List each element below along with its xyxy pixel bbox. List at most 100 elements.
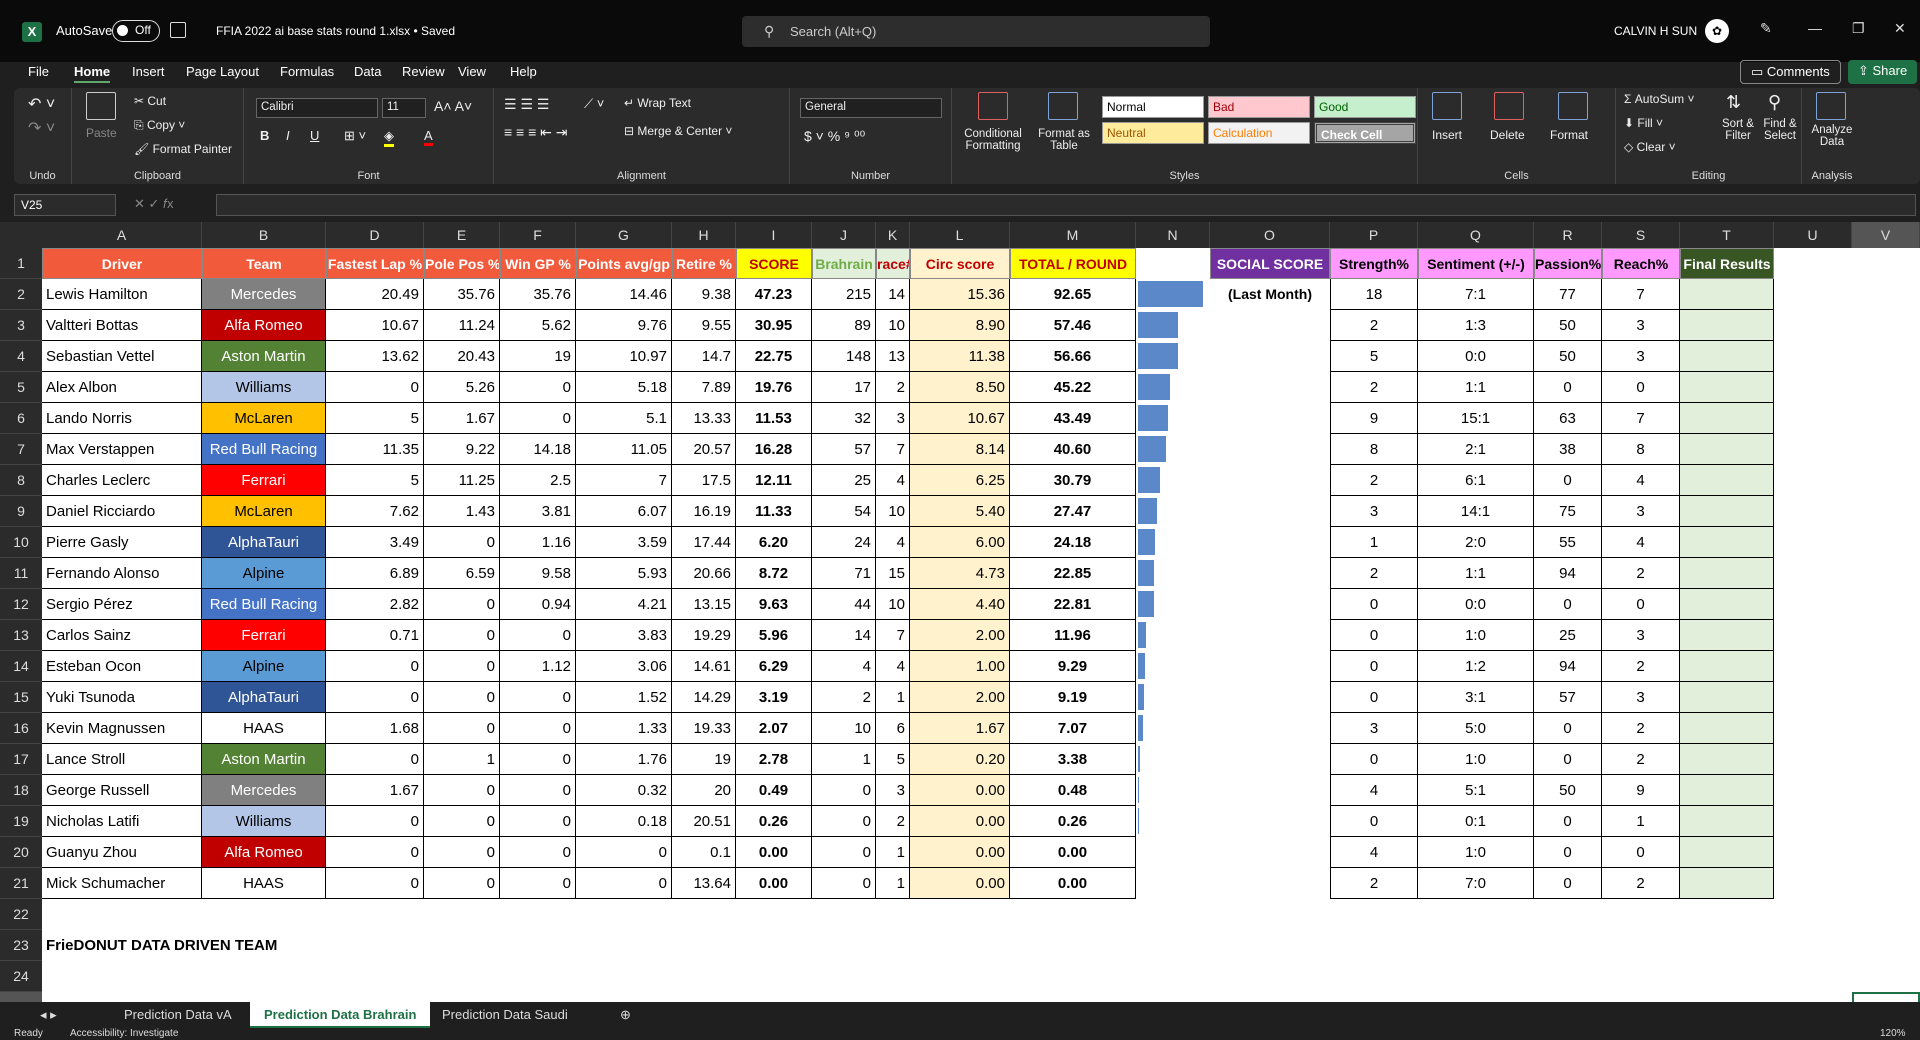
social-cell-st[interactable]: 3 (1330, 496, 1418, 527)
zoom-level[interactable]: 120% (1880, 1028, 1906, 1039)
total-cell[interactable]: 24.18 (1010, 527, 1136, 558)
fx-icon[interactable]: ✕ ✓ 𝑓x (134, 196, 174, 212)
final-result-cell[interactable] (1680, 682, 1774, 713)
horizontal-align-icons[interactable]: ≡ ≡ ≡ ⇤ ⇥ (504, 124, 568, 141)
social-cell-st[interactable]: 0 (1330, 806, 1418, 837)
total-cell[interactable]: 0.26 (1010, 806, 1136, 837)
social-cell-st[interactable]: 2 (1330, 465, 1418, 496)
stat-cell-rt[interactable]: 9.38 (672, 279, 736, 310)
stat-cell-rt[interactable]: 0.1 (672, 837, 736, 868)
style-calculation[interactable]: Calculation (1208, 122, 1310, 144)
circ-score-cell[interactable]: 1.00 (910, 651, 1010, 682)
row-header[interactable]: 23 (0, 930, 42, 961)
column-header-m[interactable]: M (1010, 222, 1136, 248)
bahrain-cell[interactable]: 71 (812, 558, 876, 589)
final-result-cell[interactable] (1680, 713, 1774, 744)
final-result-cell[interactable] (1680, 775, 1774, 806)
name-box[interactable]: V25 (14, 194, 116, 216)
circ-score-cell[interactable]: 4.73 (910, 558, 1010, 589)
sheet-tab[interactable]: Prediction Data vA (110, 1002, 246, 1028)
social-cell-re[interactable]: 4 (1602, 465, 1680, 496)
race-cell[interactable]: 7 (876, 620, 910, 651)
score-cell[interactable]: 9.63 (736, 589, 812, 620)
driver-cell[interactable]: Sergio Pérez (42, 589, 202, 620)
score-cell[interactable]: 0.26 (736, 806, 812, 837)
total-cell[interactable]: 22.85 (1010, 558, 1136, 589)
stat-cell-pa[interactable]: 9.76 (576, 310, 672, 341)
stat-cell-fl[interactable]: 6.89 (326, 558, 424, 589)
score-cell[interactable]: 6.20 (736, 527, 812, 558)
social-cell-st[interactable]: 4 (1330, 775, 1418, 806)
row-header[interactable]: 20 (0, 837, 42, 868)
column-header-n[interactable]: N (1136, 222, 1210, 248)
social-cell-pa2[interactable]: 0 (1534, 806, 1602, 837)
stat-cell-wg[interactable]: 2.5 (500, 465, 576, 496)
social-cell-re[interactable]: 8 (1602, 434, 1680, 465)
team-cell[interactable]: Alpine (202, 651, 326, 682)
circ-score-cell[interactable]: 2.00 (910, 620, 1010, 651)
final-result-cell[interactable] (1680, 744, 1774, 775)
social-cell-pa2[interactable]: 0 (1534, 744, 1602, 775)
social-cell-re[interactable]: 9 (1602, 775, 1680, 806)
bahrain-cell[interactable]: 14 (812, 620, 876, 651)
race-cell[interactable]: 7 (876, 434, 910, 465)
stat-cell-pp[interactable]: 1 (424, 744, 500, 775)
team-cell[interactable]: Mercedes (202, 279, 326, 310)
social-cell-pa2[interactable]: 55 (1534, 527, 1602, 558)
sheet-tab[interactable]: Prediction Data Brahrain (250, 1002, 431, 1028)
social-cell-re[interactable]: 0 (1602, 837, 1680, 868)
header-points[interactable]: Points avg/gp (576, 248, 672, 279)
stat-cell-rt[interactable]: 9.55 (672, 310, 736, 341)
stat-cell-fl[interactable]: 1.67 (326, 775, 424, 806)
row-header[interactable]: 8 (0, 465, 42, 496)
total-cell[interactable]: 9.19 (1010, 682, 1136, 713)
number-format-select[interactable]: General (800, 98, 942, 118)
bahrain-cell[interactable]: 10 (812, 713, 876, 744)
social-cell-se[interactable]: 15:1 (1418, 403, 1534, 434)
stat-cell-rt[interactable]: 13.33 (672, 403, 736, 434)
header-strength[interactable]: Strength% (1330, 248, 1418, 279)
team-cell[interactable]: Ferrari (202, 620, 326, 651)
wrap-text-button[interactable]: ↵ Wrap Text (624, 96, 691, 110)
column-header-p[interactable]: P (1330, 222, 1418, 248)
social-cell-re[interactable]: 1 (1602, 806, 1680, 837)
stat-cell-rt[interactable]: 20.66 (672, 558, 736, 589)
bahrain-cell[interactable]: 54 (812, 496, 876, 527)
stat-cell-fl[interactable]: 1.68 (326, 713, 424, 744)
total-cell[interactable]: 0.00 (1010, 868, 1136, 899)
total-cell[interactable]: 3.38 (1010, 744, 1136, 775)
stat-cell-fl[interactable]: 0 (326, 651, 424, 682)
circ-score-cell[interactable]: 8.50 (910, 372, 1010, 403)
formula-input[interactable] (216, 194, 1916, 216)
driver-cell[interactable]: Guanyu Zhou (42, 837, 202, 868)
race-cell[interactable]: 10 (876, 589, 910, 620)
stat-cell-pa[interactable]: 1.76 (576, 744, 672, 775)
bahrain-cell[interactable]: 32 (812, 403, 876, 434)
stat-cell-rt[interactable]: 14.29 (672, 682, 736, 713)
social-cell-pa2[interactable]: 57 (1534, 682, 1602, 713)
stat-cell-wg[interactable]: 3.81 (500, 496, 576, 527)
column-header-o[interactable]: O (1210, 222, 1330, 248)
driver-cell[interactable]: Kevin Magnussen (42, 713, 202, 744)
row-header[interactable]: 7 (0, 434, 42, 465)
stat-cell-fl[interactable]: 0 (326, 744, 424, 775)
menu-home[interactable]: Home (74, 64, 111, 83)
stat-cell-fl[interactable]: 20.49 (326, 279, 424, 310)
total-cell[interactable]: 40.60 (1010, 434, 1136, 465)
driver-cell[interactable]: Max Verstappen (42, 434, 202, 465)
total-cell[interactable]: 22.81 (1010, 589, 1136, 620)
bahrain-cell[interactable]: 4 (812, 651, 876, 682)
race-cell[interactable]: 2 (876, 806, 910, 837)
circ-score-cell[interactable]: 8.90 (910, 310, 1010, 341)
final-result-cell[interactable] (1680, 837, 1774, 868)
social-cell-st[interactable]: 0 (1330, 744, 1418, 775)
social-cell-st[interactable]: 0 (1330, 651, 1418, 682)
header-score[interactable]: SCORE (736, 248, 812, 279)
team-cell[interactable]: Mercedes (202, 775, 326, 806)
stat-cell-fl[interactable]: 5 (326, 465, 424, 496)
stat-cell-fl[interactable]: 7.62 (326, 496, 424, 527)
stat-cell-pp[interactable]: 11.24 (424, 310, 500, 341)
header-final[interactable]: Final Results (1680, 248, 1774, 279)
stat-cell-pa[interactable]: 0.32 (576, 775, 672, 806)
social-cell-pa2[interactable]: 77 (1534, 279, 1602, 310)
